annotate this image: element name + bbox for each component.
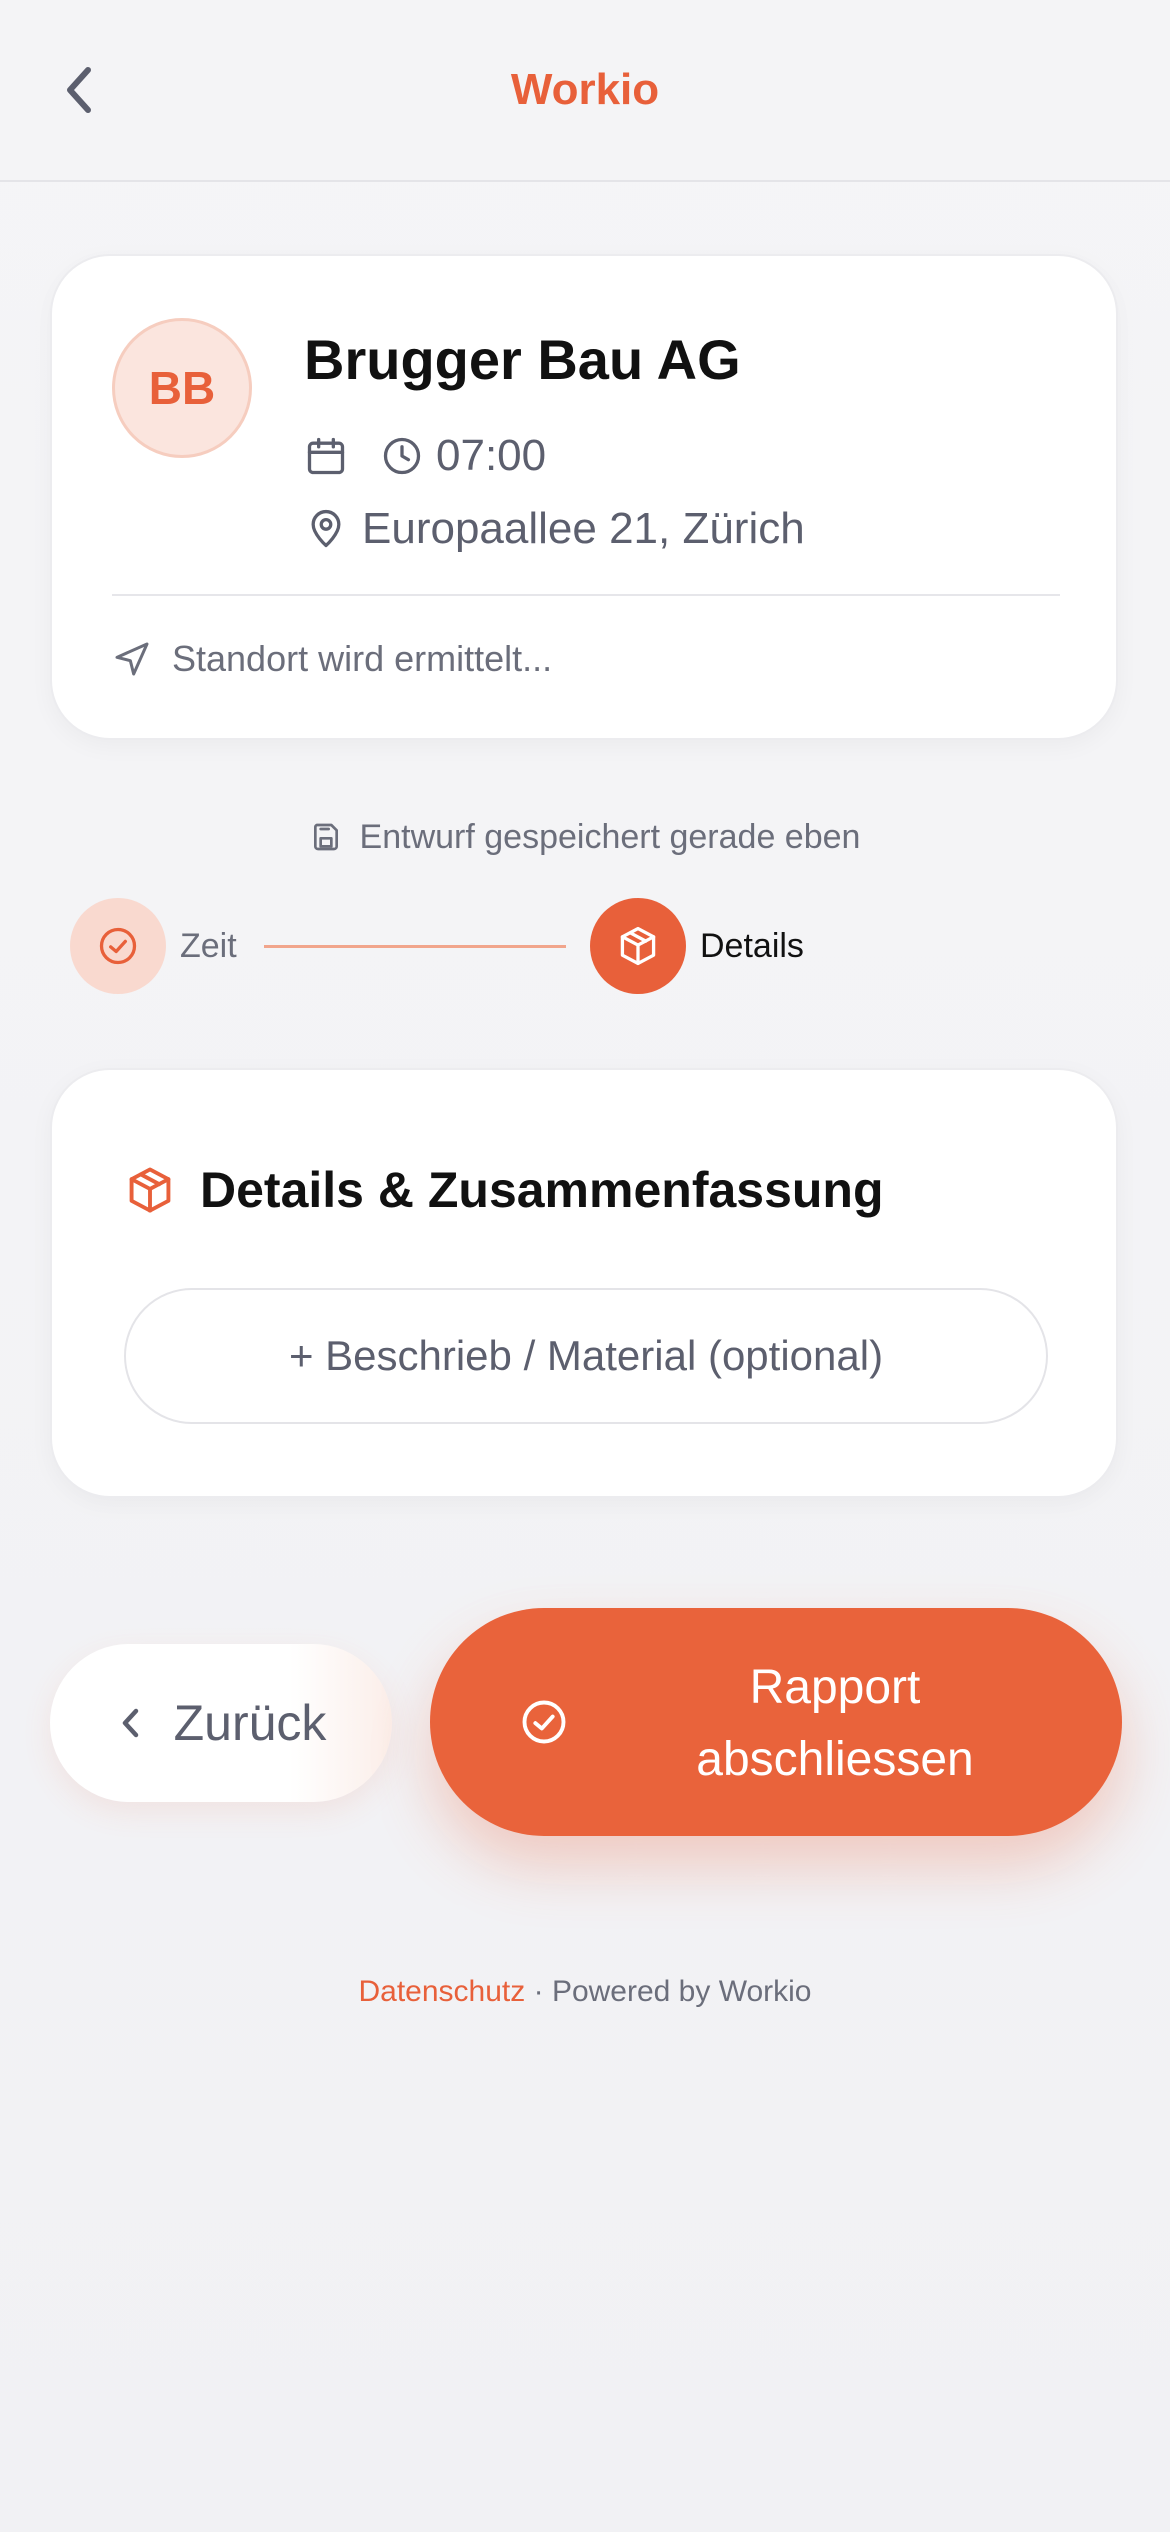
footer-separator: ·	[533, 1975, 544, 2008]
privacy-link[interactable]: Datenschutz	[358, 1975, 525, 2008]
powered-by: Powered by Workio	[551, 1975, 812, 2008]
check-circle-icon	[516, 1694, 572, 1750]
navigation-arrow-icon	[112, 639, 152, 679]
footer: Datenschutz · Powered by Workio	[0, 1970, 1170, 2014]
job-time: 07:00	[436, 431, 547, 480]
draft-status: Entwurf gespeichert gerade eben	[359, 818, 861, 856]
step-details-label: Details	[700, 927, 804, 965]
job-card: BB Brugger Bau AG 07:00 Europaallee 21, …	[50, 254, 1118, 740]
app-title: Workio	[510, 65, 660, 114]
client-avatar: BB	[112, 318, 252, 458]
step-zeit[interactable]	[70, 898, 166, 994]
finish-report-button[interactable]: Rapport abschliessen	[430, 1608, 1122, 1836]
back-step-button[interactable]: Zurück	[50, 1644, 392, 1802]
step-connector	[264, 945, 566, 948]
finish-report-label: Rapport abschliessen	[590, 1652, 1080, 1796]
step-details[interactable]	[590, 898, 686, 994]
details-card: Details & Zusammenfassung + Beschrieb / …	[50, 1068, 1118, 1498]
finish-label-line1: Rapport	[749, 1661, 921, 1714]
card-divider	[112, 594, 1060, 596]
progress-stepper: Zeit Details	[70, 898, 1100, 998]
package-icon	[620, 926, 656, 966]
finish-label-line2: abschliessen	[696, 1733, 974, 1786]
chevron-left-icon	[122, 1708, 138, 1738]
location-status: Standort wird ermittelt...	[172, 638, 553, 679]
add-description-material-button[interactable]: + Beschrieb / Material (optional)	[124, 1288, 1048, 1424]
job-time-row: 07:00	[304, 428, 546, 484]
app-header: Workio	[0, 0, 1170, 182]
details-title: Details & Zusammenfassung	[200, 1162, 884, 1218]
details-header: Details & Zusammenfassung	[124, 1158, 884, 1222]
map-pin-icon	[304, 507, 348, 551]
package-icon	[124, 1164, 176, 1216]
calendar-icon	[304, 434, 348, 478]
check-circle-icon	[99, 927, 137, 965]
job-address: Europaallee 21, Zürich	[362, 504, 805, 553]
save-icon	[310, 821, 342, 853]
back-step-label: Zurück	[173, 1695, 327, 1751]
step-zeit-label: Zeit	[180, 927, 237, 965]
draft-status-row: Entwurf gespeichert gerade eben	[0, 812, 1170, 862]
clock-icon	[380, 434, 424, 478]
location-status-row: Standort wird ermittelt...	[112, 634, 552, 684]
job-address-row: Europaallee 21, Zürich	[304, 501, 805, 557]
client-name: Brugger Bau AG	[304, 328, 741, 391]
